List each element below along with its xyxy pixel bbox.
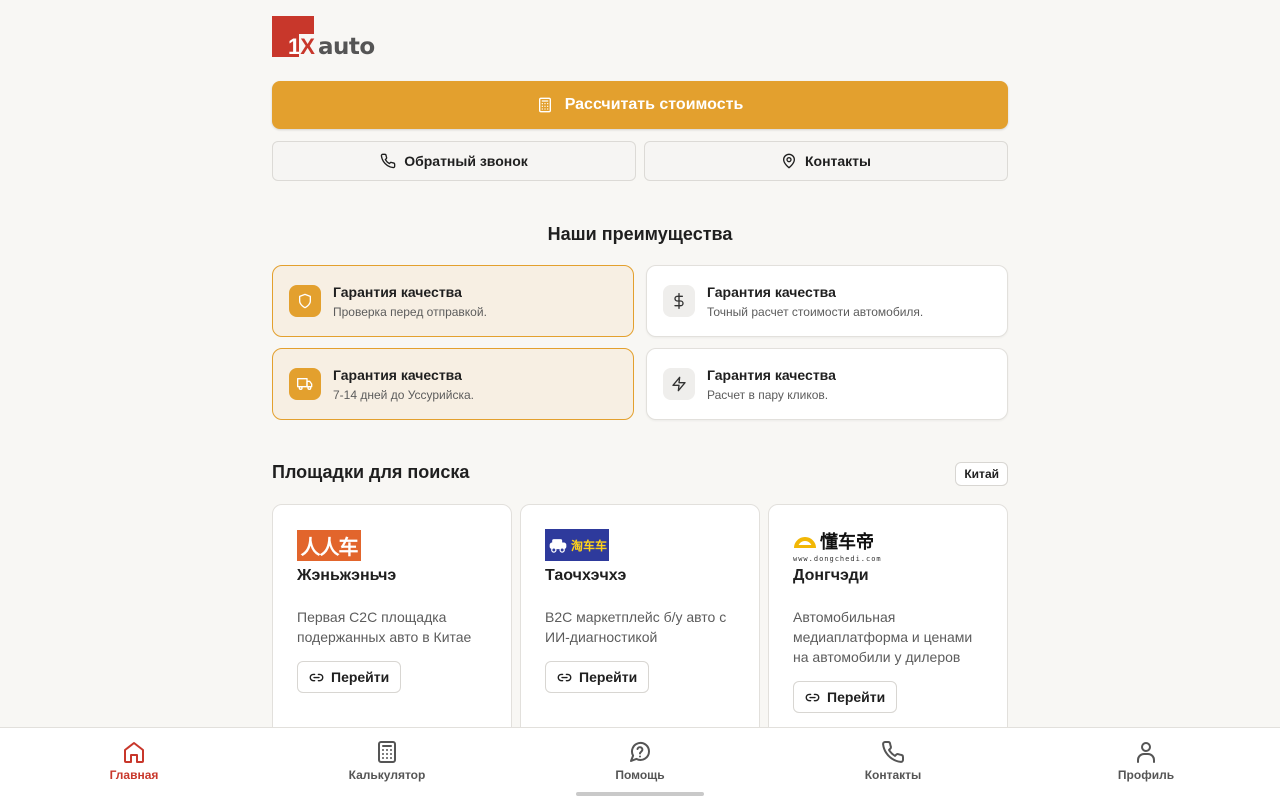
advantage-desc: 7-14 дней до Уссурийска. <box>333 387 474 402</box>
advantage-title: Гарантия качества <box>707 366 836 383</box>
nav-item-contacts[interactable]: Контакты <box>833 740 953 782</box>
taoche-logo: 淘车车 <box>545 529 609 561</box>
region-badge[interactable]: Китай <box>955 462 1008 486</box>
car-icon <box>549 539 567 553</box>
platform-desc: Автомобильная медиаплатформа и ценами на… <box>793 609 973 665</box>
link-icon <box>805 693 820 701</box>
platform-desc: Первая C2C площадка подержанных авто в К… <box>297 609 472 645</box>
help-icon <box>630 741 651 762</box>
platform-desc: B2C маркетплейс б/у авто с ИИ-диагностик… <box>545 609 727 645</box>
phone-icon <box>380 153 396 169</box>
advantage-title: Гарантия качества <box>333 366 462 383</box>
platform-card-dongchedi: 懂车帝 www.dongchedi.com Донгчэди Автомобил… <box>768 504 1008 764</box>
contacts-button[interactable]: Контакты <box>644 141 1008 181</box>
contacts-label: Контакты <box>804 153 871 169</box>
platform-go-label: Перейти <box>827 689 886 705</box>
link-icon <box>309 673 324 681</box>
logo-mark: 1X <box>272 16 315 59</box>
advantage-desc: Проверка перед отправкой. <box>333 304 487 319</box>
platform-go-button[interactable]: Перейти <box>297 661 402 693</box>
link-icon <box>557 673 572 681</box>
nav-item-home[interactable]: Главная <box>74 740 194 782</box>
nav-label: Помощь <box>615 768 665 782</box>
nav-label: Контакты <box>864 768 922 782</box>
profile-icon <box>1137 742 1155 763</box>
calculator-icon <box>538 97 551 113</box>
dollar-icon <box>663 285 695 317</box>
bottom-navigation: Главная Калькулятор Помощь Контакты Проф… <box>0 727 1280 800</box>
platform-card-renrenche: 人人车 Жэньжэньчэ Первая C2C площадка подер… <box>272 504 512 764</box>
platform-go-button[interactable]: Перейти <box>545 661 650 693</box>
platform-go-button[interactable]: Перейти <box>793 681 898 713</box>
logo-wordmark: auto <box>318 34 375 60</box>
platform-name: Донгчэди <box>793 567 869 584</box>
truck-icon <box>289 368 321 400</box>
nav-item-calculator[interactable]: Калькулятор <box>327 740 447 782</box>
platform-go-label: Перейти <box>579 669 638 685</box>
brand-logo[interactable]: 1X auto <box>272 16 375 60</box>
platforms-title: Площадки для поиска <box>272 462 470 482</box>
shield-icon <box>289 285 321 317</box>
nav-item-help[interactable]: Помощь <box>580 740 700 782</box>
dongchedi-logo: 懂车帝 www.dongchedi.com <box>793 531 882 563</box>
advantages-title: Наши преимущества <box>547 224 733 244</box>
platform-go-label: Перейти <box>331 669 390 685</box>
calculate-cost-label: Рассчитать стоимость <box>564 96 744 113</box>
advantage-desc: Расчет в пару кликов. <box>707 387 829 402</box>
advantage-card: Гарантия качества Проверка перед отправк… <box>272 265 634 337</box>
nav-label: Главная <box>109 768 159 782</box>
platform-name: Жэньжэньчэ <box>297 567 397 584</box>
nav-label: Калькулятор <box>348 768 426 782</box>
platform-name: Таочхэчхэ <box>545 567 627 584</box>
advantage-card: Гарантия качества Точный расчет стоимост… <box>646 265 1008 337</box>
calculate-cost-button[interactable]: Рассчитать стоимость <box>272 81 1008 129</box>
callback-button[interactable]: Обратный звонок <box>272 141 636 181</box>
callback-label: Обратный звонок <box>404 153 528 169</box>
nav-label: Профиль <box>1117 768 1175 782</box>
map-pin-icon <box>782 153 795 169</box>
advantage-card: Гарантия качества 7-14 дней до Уссурийск… <box>272 348 634 420</box>
advantage-card: Гарантия качества Расчет в пару кликов. <box>646 348 1008 420</box>
platform-card-taoche: 淘车车 Таочхэчхэ B2C маркетплейс б/у авто с… <box>520 504 760 764</box>
phone-icon <box>882 740 905 763</box>
calculator-icon <box>378 741 396 763</box>
advantage-title: Гарантия качества <box>333 283 462 300</box>
nav-item-profile[interactable]: Профиль <box>1086 740 1206 782</box>
renrenche-logo: 人人车 <box>297 529 361 561</box>
advantage-title: Гарантия качества <box>707 283 836 300</box>
home-indicator <box>576 792 704 796</box>
lightning-icon <box>663 368 695 400</box>
advantage-desc: Точный расчет стоимости автомобиля. <box>707 304 924 319</box>
dongchedi-mark-icon <box>794 536 816 548</box>
home-icon <box>124 742 144 763</box>
